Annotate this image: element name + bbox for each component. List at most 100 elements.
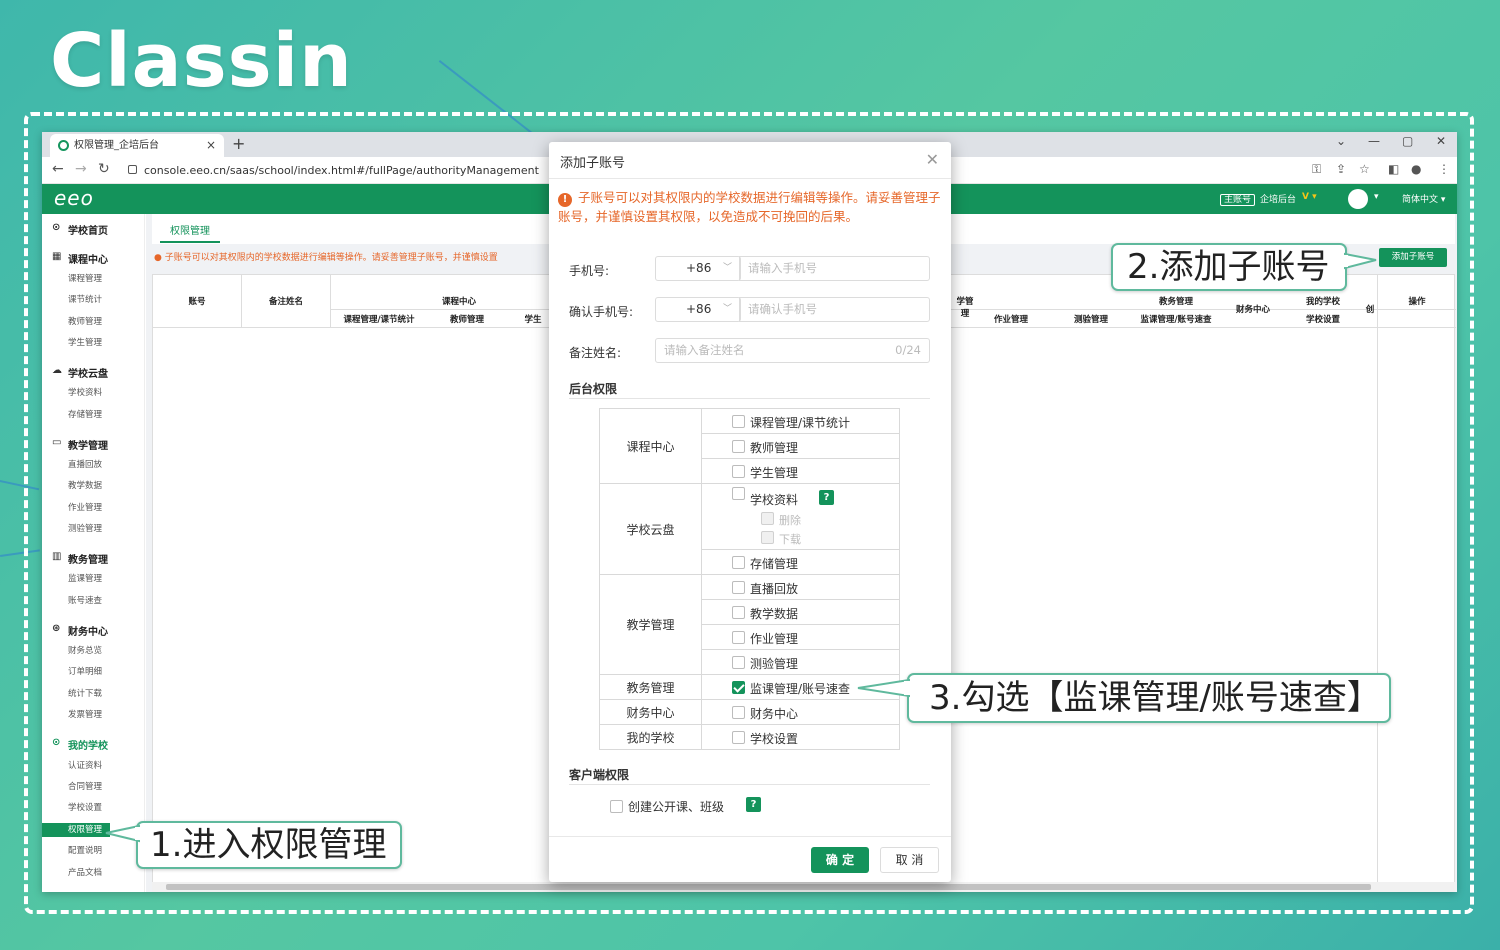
minimize-button[interactable]: — bbox=[1368, 134, 1380, 148]
eeo-logo: eeo bbox=[54, 186, 94, 210]
close-window-button[interactable]: ✕ bbox=[1436, 134, 1446, 148]
new-tab-button[interactable]: + bbox=[232, 132, 245, 156]
tab-close-icon[interactable]: × bbox=[206, 134, 216, 157]
add-subaccount-button[interactable]: 添加子账号 bbox=[1379, 248, 1447, 267]
sidebar-section-finance[interactable]: ⊛ 财务中心 bbox=[52, 623, 108, 638]
remark-input[interactable]: 请输入备注姓名 0/24 bbox=[655, 338, 930, 363]
phone-country-select[interactable]: +86 ﹀ bbox=[655, 256, 741, 281]
forward-icon[interactable]: → bbox=[75, 161, 87, 177]
col-school-settings: 学校设置 bbox=[1305, 315, 1340, 325]
help-icon[interactable]: ? bbox=[746, 797, 761, 812]
checkbox[interactable] bbox=[732, 581, 745, 594]
reload-icon[interactable]: ↻ bbox=[98, 161, 110, 177]
sidebar-item-school-files[interactable]: 学校资料 bbox=[42, 386, 145, 400]
perm-row[interactable]: 作业管理 bbox=[702, 625, 899, 650]
sidebar-section-teaching[interactable]: ▭ 教学管理 bbox=[52, 437, 108, 452]
perm-row[interactable]: 教学数据 bbox=[702, 600, 899, 625]
menu-icon[interactable]: ⋮ bbox=[1438, 162, 1450, 176]
sidebar-item-homework[interactable]: 作业管理 bbox=[42, 501, 145, 515]
sidebar-item-product-docs[interactable]: 产品文档 bbox=[42, 866, 145, 880]
sidebar-item-certification[interactable]: 认证资料 bbox=[42, 759, 145, 773]
checkbox[interactable] bbox=[732, 656, 745, 669]
cancel-button[interactable]: 取 消 bbox=[880, 847, 939, 873]
perm-row[interactable]: 直播回放 bbox=[702, 575, 899, 600]
perm-row[interactable]: 学校资料 ? 删除 下载 bbox=[702, 484, 899, 550]
perm-row[interactable]: 学生管理 bbox=[702, 459, 899, 484]
key-icon[interactable]: ⚿ bbox=[1312, 162, 1321, 177]
sidebar-item-invoices[interactable]: 发票管理 bbox=[42, 708, 145, 722]
back-icon[interactable]: ← bbox=[52, 161, 64, 177]
sidebar-item-lesson-stats[interactable]: 课节统计 bbox=[42, 293, 145, 307]
checkbox[interactable] bbox=[732, 706, 745, 719]
confirm-button[interactable]: 确 定 bbox=[811, 847, 869, 873]
perm-row[interactable]: 教师管理 bbox=[702, 434, 899, 459]
sidebar-item-course-mgmt[interactable]: 课程管理 bbox=[42, 272, 145, 286]
perm-row[interactable]: 课程管理/课节统计 bbox=[702, 409, 899, 434]
confirm-phone-input[interactable]: 请确认手机号 bbox=[739, 297, 930, 322]
sidebar-section-school[interactable]: ⊙ 我的学校 bbox=[52, 737, 108, 752]
checkbox-create-class[interactable] bbox=[610, 800, 623, 813]
perm-row[interactable]: 财务中心 bbox=[702, 700, 899, 725]
checkbox[interactable] bbox=[732, 731, 745, 744]
star-icon[interactable]: ☆ bbox=[1359, 162, 1370, 176]
create-class-label: 创建公开课、班级 bbox=[628, 800, 725, 814]
close-icon[interactable]: ✕ bbox=[926, 150, 939, 169]
restore-button[interactable]: ▢ bbox=[1402, 134, 1413, 148]
horizontal-scrollbar[interactable] bbox=[152, 882, 1455, 892]
tab-permissions[interactable]: 权限管理 bbox=[170, 222, 210, 237]
sidepanel-icon[interactable]: ◧ bbox=[1388, 162, 1399, 176]
sidebar-section-cloud[interactable]: ☁ 学校云盘 bbox=[52, 365, 108, 380]
sidebar-item-permissions[interactable]: 权限管理 bbox=[42, 823, 110, 837]
callout-step2: 2.添加子账号 bbox=[1111, 243, 1347, 291]
perm-row[interactable]: 测验管理 bbox=[702, 650, 899, 675]
checkbox[interactable] bbox=[732, 631, 745, 644]
checkbox[interactable] bbox=[732, 487, 745, 500]
sidebar: ⊙ 学校首页 ▦ 课程中心 课程管理 课节统计 教师管理 学生管理 ☁ 学校云盘 学校… bbox=[42, 214, 145, 892]
calendar-icon: ▦ bbox=[52, 251, 62, 262]
sidebar-item-downloads[interactable]: 统计下载 bbox=[42, 687, 145, 701]
checkbox[interactable] bbox=[732, 556, 745, 569]
sidebar-item-teaching-data[interactable]: 教学数据 bbox=[42, 479, 145, 493]
checkbox[interactable] bbox=[732, 415, 745, 428]
col-account: 账号 bbox=[188, 297, 206, 307]
confirm-country-select[interactable]: +86 ﹀ bbox=[655, 297, 741, 322]
sidebar-item-config-guide[interactable]: 配置说明 bbox=[42, 844, 145, 858]
callout-pointer bbox=[1340, 252, 1377, 270]
sidebar-item-teacher-mgmt[interactable]: 教师管理 bbox=[42, 315, 145, 329]
sidebar-section-affairs[interactable]: ▥ 教务管理 bbox=[52, 551, 108, 566]
col-finance: 财务中心 bbox=[1235, 305, 1270, 315]
sidebar-section-home[interactable]: ⊙ 学校首页 bbox=[52, 222, 108, 237]
sidebar-section-course[interactable]: ▦ 课程中心 bbox=[52, 251, 108, 266]
avatar[interactable] bbox=[1348, 189, 1368, 209]
checkbox-checked[interactable] bbox=[732, 681, 745, 694]
money-icon: ⊛ bbox=[52, 623, 61, 634]
checkbox[interactable] bbox=[732, 606, 745, 619]
language-select[interactable]: 简体中文 ▾ bbox=[1402, 192, 1445, 205]
share-icon[interactable]: ⇪ bbox=[1336, 162, 1346, 176]
sidebar-item-replay[interactable]: 直播回放 bbox=[42, 458, 145, 472]
help-icon[interactable]: ? bbox=[819, 490, 834, 505]
sidebar-item-school-settings[interactable]: 学校设置 bbox=[42, 801, 145, 815]
sidebar-item-supervise[interactable]: 监课管理 bbox=[42, 572, 145, 586]
browser-tab[interactable]: 权限管理_企培后台 × bbox=[50, 134, 224, 157]
perm-row[interactable]: 学校设置 bbox=[702, 725, 899, 749]
sidebar-item-quiz[interactable]: 测验管理 bbox=[42, 522, 145, 536]
col-remark: 备注姓名 bbox=[268, 297, 303, 307]
backend-label[interactable]: 企培后台 bbox=[1260, 192, 1296, 205]
checkbox[interactable] bbox=[732, 440, 745, 453]
sidebar-item-student-mgmt[interactable]: 学生管理 bbox=[42, 336, 145, 350]
phone-input[interactable]: 请输入手机号 bbox=[739, 256, 930, 281]
avatar-dropdown-icon[interactable]: ▾ bbox=[1374, 192, 1379, 202]
col-quiz: 测验管理 bbox=[1073, 315, 1108, 325]
sidebar-item-account-lookup[interactable]: 账号速查 bbox=[42, 594, 145, 608]
sidebar-item-finance-overview[interactable]: 财务总览 bbox=[42, 644, 145, 658]
sidebar-item-contracts[interactable]: 合同管理 bbox=[42, 780, 145, 794]
sidebar-item-orders[interactable]: 订单明细 bbox=[42, 665, 145, 679]
perm-row[interactable]: 存储管理 bbox=[702, 550, 899, 575]
tab-search-icon[interactable]: ⌄ bbox=[1336, 134, 1346, 148]
checkbox[interactable] bbox=[732, 465, 745, 478]
scrollbar-thumb[interactable] bbox=[166, 884, 1371, 890]
sidebar-item-storage[interactable]: 存储管理 bbox=[42, 408, 145, 422]
profile-icon[interactable]: ● bbox=[1411, 162, 1421, 176]
perm-category-course: 课程中心 bbox=[600, 409, 702, 484]
